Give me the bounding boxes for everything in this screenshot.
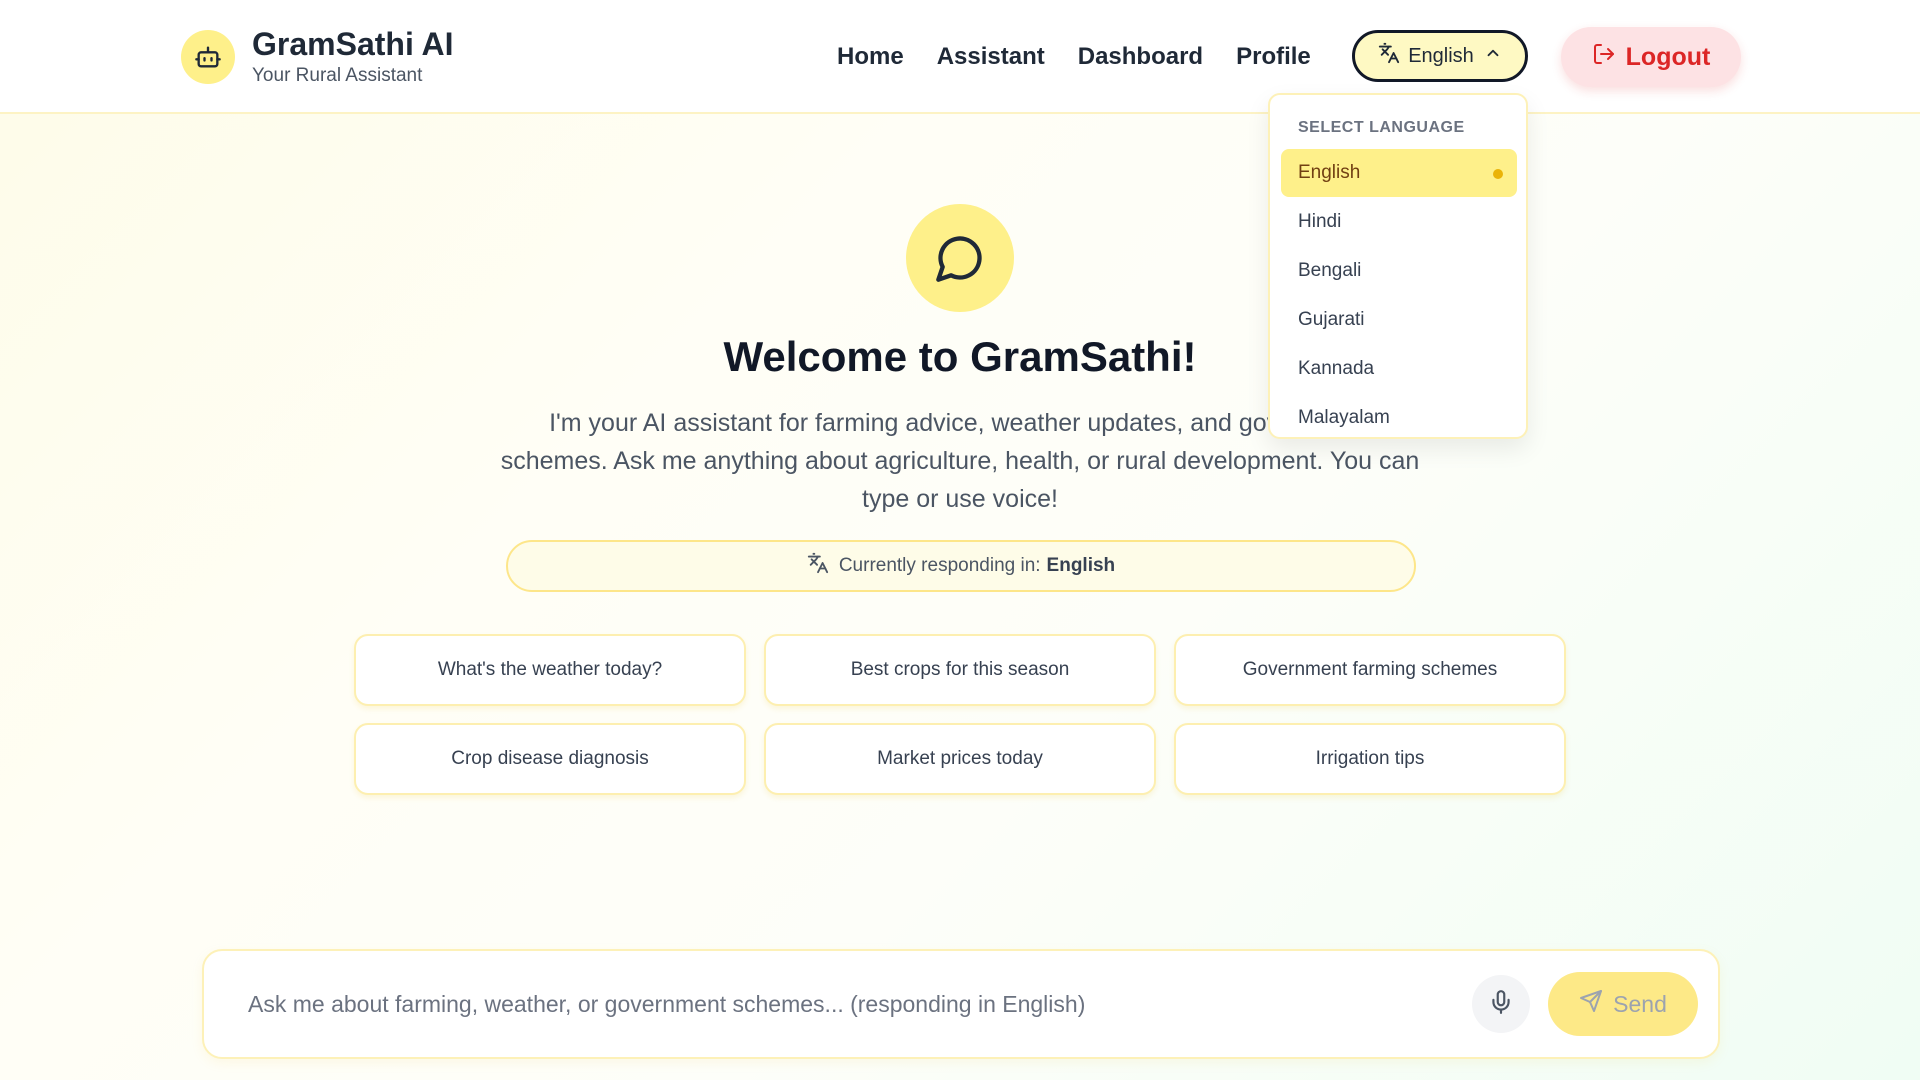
suggestion-button[interactable]: Market prices today bbox=[764, 723, 1156, 795]
nav-profile[interactable]: Profile bbox=[1236, 38, 1311, 76]
send-button[interactable]: Send bbox=[1548, 972, 1698, 1036]
language-dropdown: SELECT LANGUAGE English Hindi Bengali Gu… bbox=[1268, 93, 1528, 439]
microphone-button[interactable] bbox=[1472, 975, 1530, 1033]
nav-dashboard[interactable]: Dashboard bbox=[1078, 38, 1203, 76]
send-icon bbox=[1579, 989, 1603, 1019]
dropdown-title: SELECT LANGUAGE bbox=[1298, 119, 1465, 136]
brand-subtitle: Your Rural Assistant bbox=[252, 65, 423, 86]
suggestion-button[interactable]: Government farming schemes bbox=[1174, 634, 1566, 706]
robot-icon bbox=[181, 30, 235, 84]
language-option-label: English bbox=[1298, 162, 1361, 183]
logout-icon bbox=[1592, 42, 1616, 73]
responding-language: English bbox=[1046, 555, 1116, 576]
suggestion-button[interactable]: Crop disease diagnosis bbox=[354, 723, 746, 795]
translate-icon bbox=[807, 552, 829, 580]
language-option-malayalam[interactable]: Malayalam bbox=[1281, 394, 1517, 442]
language-option-english[interactable]: English bbox=[1281, 149, 1517, 197]
brand-title: GramSathi AI bbox=[252, 26, 454, 62]
translate-icon bbox=[1378, 42, 1400, 70]
language-option-kannada[interactable]: Kannada bbox=[1281, 345, 1517, 393]
suggestion-button[interactable]: What's the weather today? bbox=[354, 634, 746, 706]
main-nav: Home Assistant Dashboard Profile bbox=[837, 38, 1344, 76]
language-option-hindi[interactable]: Hindi bbox=[1281, 198, 1517, 246]
send-label: Send bbox=[1613, 990, 1667, 1017]
responding-label: Currently responding in: bbox=[838, 555, 1041, 576]
nav-home[interactable]: Home bbox=[837, 38, 904, 76]
selected-indicator-dot bbox=[1493, 169, 1503, 179]
brand[interactable]: GramSathi AI Your Rural Assistant bbox=[181, 26, 454, 88]
nav-assistant[interactable]: Assistant bbox=[937, 38, 1045, 76]
language-option-gujarati[interactable]: Gujarati bbox=[1281, 296, 1517, 344]
suggestion-button[interactable]: Best crops for this season bbox=[764, 634, 1156, 706]
chat-bubble-icon bbox=[906, 204, 1014, 312]
welcome-title: Welcome to GramSathi! bbox=[723, 333, 1197, 380]
chat-input[interactable] bbox=[248, 979, 1408, 1029]
responding-language-banner: Currently responding in: English bbox=[506, 540, 1416, 592]
language-button-label: English bbox=[1408, 44, 1474, 67]
language-option-bengali[interactable]: Bengali bbox=[1281, 247, 1517, 295]
logout-label: Logout bbox=[1625, 42, 1711, 71]
brand-text: GramSathi AI Your Rural Assistant bbox=[252, 26, 454, 88]
language-selector-button[interactable]: English bbox=[1352, 30, 1528, 82]
header: GramSathi AI Your Rural Assistant Home A… bbox=[0, 0, 1920, 114]
chevron-up-icon bbox=[1484, 44, 1502, 68]
suggestion-button[interactable]: Irrigation tips bbox=[1174, 723, 1566, 795]
logout-button[interactable]: Logout bbox=[1561, 27, 1741, 87]
microphone-icon bbox=[1488, 989, 1514, 1020]
chat-input-bar: Send bbox=[202, 949, 1720, 1059]
